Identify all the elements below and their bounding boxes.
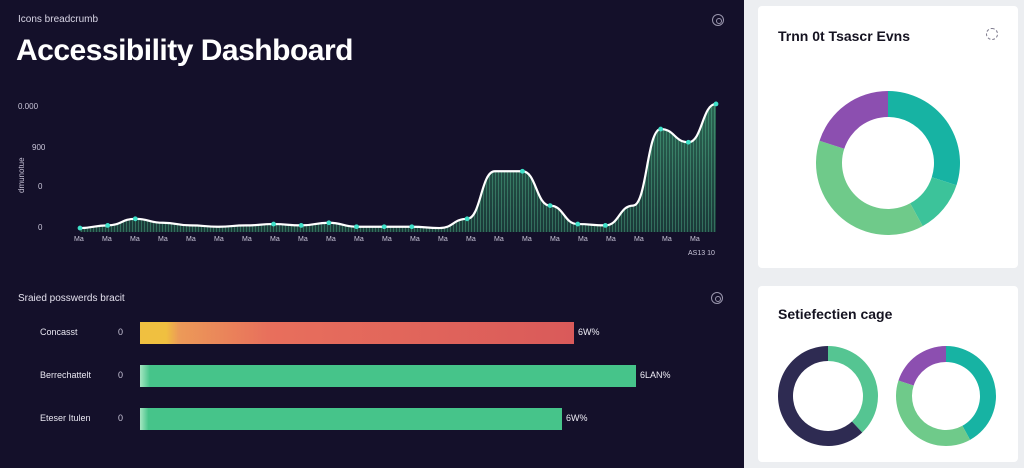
- bar-zero: 0: [118, 327, 124, 337]
- settings-icon[interactable]: [712, 14, 724, 26]
- x-tick-label: Ma: [326, 236, 336, 243]
- x-tick-label: Ma: [102, 236, 112, 243]
- page-title: Accessibility Dashboard: [16, 34, 353, 67]
- satisfaction-donuts: [778, 346, 996, 446]
- refresh-icon[interactable]: [711, 292, 723, 304]
- data-point[interactable]: [354, 224, 359, 230]
- donut-slice[interactable]: [898, 346, 946, 386]
- bar-zero: 0: [118, 370, 124, 380]
- x-tick-label: Ma: [438, 236, 448, 243]
- y-tick-label: 0: [38, 223, 43, 232]
- bar-row: Concasst 0 6W%: [0, 322, 744, 344]
- x-tick-label: Ma: [466, 236, 476, 243]
- bar-label: Berrechattelt: [40, 370, 92, 380]
- bar-label: Eteser Itulen: [40, 413, 91, 423]
- donut-slice[interactable]: [828, 346, 878, 433]
- x-tick-label: Ma: [690, 236, 700, 243]
- x-tick-label: Ma: [662, 236, 672, 243]
- data-point[interactable]: [520, 168, 525, 174]
- data-point[interactable]: [464, 216, 470, 222]
- data-point[interactable]: [298, 223, 304, 228]
- data-point[interactable]: [326, 220, 332, 226]
- bar: [140, 408, 562, 430]
- dashboard-panel: Icons breadcrumb Accessibility Dashboard…: [0, 0, 744, 468]
- data-point[interactable]: [713, 101, 719, 107]
- donut-slice[interactable]: [888, 91, 960, 186]
- x-tick-label: Ma: [270, 236, 280, 243]
- donut-card: Trnn 0t Tsascr Evns: [758, 6, 1018, 268]
- data-point[interactable]: [685, 139, 691, 145]
- data-point[interactable]: [575, 221, 581, 227]
- x-tick-label: Ma: [382, 236, 392, 243]
- data-point[interactable]: [658, 126, 664, 132]
- breadcrumb: Icons breadcrumb: [18, 14, 99, 25]
- data-point[interactable]: [602, 223, 608, 228]
- bar-zero: 0: [118, 413, 124, 423]
- data-point[interactable]: [381, 224, 387, 230]
- donut-slice[interactable]: [816, 140, 923, 236]
- data-point[interactable]: [547, 203, 553, 208]
- y-tick-label: 900: [32, 143, 46, 152]
- x-tick-label: Ma: [158, 236, 168, 243]
- data-point[interactable]: [271, 221, 276, 227]
- x-tick-label: Ma: [522, 236, 532, 243]
- x-tick-label: Ma: [494, 236, 504, 243]
- x-tick-label: Ma: [186, 236, 196, 243]
- donut-slice[interactable]: [819, 91, 888, 149]
- bar-label: Concasst: [40, 327, 78, 337]
- x-axis-caption: AS13 10: [688, 250, 715, 257]
- donut-slice[interactable]: [946, 346, 996, 440]
- x-tick-label: Ma: [410, 236, 420, 243]
- satisfaction-card: Setiefectien cage: [758, 286, 1018, 462]
- bar-value: 6W%: [566, 413, 588, 423]
- x-tick-label: Ma: [74, 236, 84, 243]
- x-tick-label: Ma: [130, 236, 140, 243]
- data-point[interactable]: [132, 216, 138, 222]
- bar: [140, 322, 574, 344]
- x-tick-label: Ma: [214, 236, 224, 243]
- y-axis-label: dmunotue: [17, 157, 26, 193]
- data-point[interactable]: [409, 224, 415, 230]
- x-tick-label: Ma: [606, 236, 616, 243]
- donut-slice[interactable]: [896, 380, 971, 446]
- x-tick-label: Ma: [354, 236, 364, 243]
- x-tick-label: Ma: [242, 236, 252, 243]
- bar: [140, 365, 636, 387]
- line-area-chart: 0.000 900 0 0 dmunotue Ma Ma Ma Ma Ma Ma Ma Ma M…: [17, 101, 719, 257]
- bar-value: 6LAN%: [640, 370, 671, 380]
- data-point[interactable]: [105, 223, 111, 228]
- x-tick-label: Ma: [578, 236, 588, 243]
- chart-line: [79, 102, 717, 230]
- bar-value: 6W%: [578, 327, 600, 337]
- bar-section-title: Sraied posswerds bracit: [18, 293, 125, 304]
- x-tick-label: Ma: [298, 236, 308, 243]
- x-tick-label: Ma: [634, 236, 644, 243]
- bar-row: Berrechattelt 0 6LAN%: [0, 365, 744, 387]
- data-point[interactable]: [77, 225, 83, 231]
- x-tick-label: Ma: [550, 236, 560, 243]
- bar-row: Eteser Itulen 0 6W%: [0, 408, 744, 430]
- donut-chart: [816, 91, 960, 236]
- y-tick-label: 0.000: [18, 102, 39, 111]
- y-tick-label: 0: [38, 182, 43, 191]
